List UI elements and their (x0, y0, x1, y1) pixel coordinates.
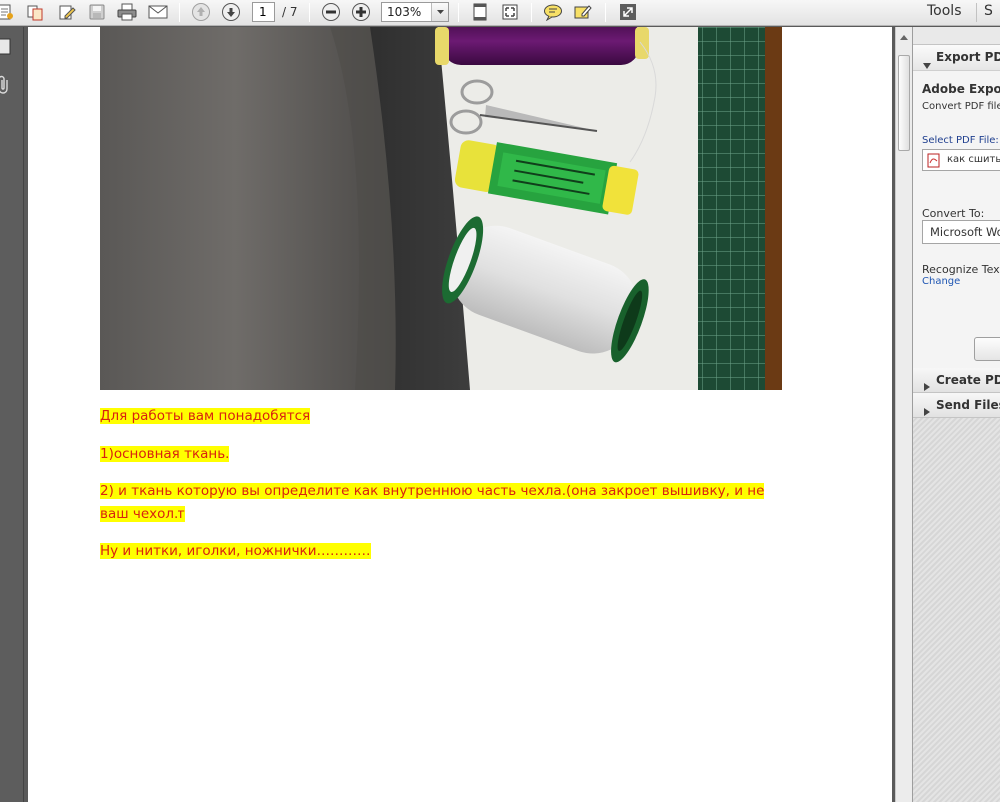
convert-to-value: Microsoft Wor (930, 225, 1000, 239)
convert-description: Convert PDF files (922, 101, 1000, 112)
main-toolbar: 1 / 7 103% Tools S (0, 0, 1000, 26)
doc-line-2: 1)основная ткань. (100, 446, 230, 462)
pdf-page: Для работы вам понадобятся 1)основная тк… (28, 27, 892, 802)
email-icon[interactable] (147, 1, 169, 23)
fit-page-icon[interactable] (469, 1, 491, 23)
create-pdf-section[interactable]: Create PDF (913, 368, 1000, 393)
export-pdf-title: Export PDF (936, 50, 1000, 64)
export-pdf-header[interactable]: Export PDF (913, 45, 1000, 71)
print-icon[interactable] (116, 1, 138, 23)
collapse-triangle-icon (923, 54, 931, 73)
pages-panel-icon[interactable] (0, 38, 13, 60)
doc-line-5: Ну и нитки, иголки, ножнички………… (100, 543, 371, 559)
create-pdf-label: Create PDF (936, 373, 1000, 387)
vertical-scrollbar[interactable] (895, 27, 912, 802)
change-link[interactable]: Change (922, 276, 960, 287)
chevron-down-icon[interactable] (431, 3, 448, 21)
page-number-input[interactable]: 1 (252, 2, 275, 22)
doc-line-4: ваш чехол. (100, 506, 179, 522)
adobe-export-heading: Adobe Export (922, 82, 1000, 96)
comment-icon[interactable] (542, 1, 564, 23)
create-pdf-icon[interactable] (0, 1, 16, 23)
convert-button[interactable] (974, 337, 1000, 361)
send-files-label: Send Files (936, 398, 1000, 412)
edit-icon[interactable] (56, 1, 78, 23)
pdf-file-icon (927, 153, 941, 170)
send-files-section[interactable]: Send Files (913, 393, 1000, 418)
highlight-icon[interactable] (572, 1, 594, 23)
zoom-value: 103% (387, 5, 422, 19)
zoom-select[interactable]: 103% (381, 2, 449, 22)
selected-file-name: как сшить ч (947, 154, 1000, 165)
combine-files-icon[interactable] (24, 1, 46, 23)
select-pdf-label: Select PDF File: (922, 135, 999, 146)
zoom-in-icon[interactable] (350, 1, 372, 23)
zoom-out-icon[interactable] (320, 1, 342, 23)
page-total: / 7 (282, 5, 298, 19)
tools-button[interactable]: Tools (927, 3, 962, 19)
scroll-up-icon[interactable] (898, 31, 910, 43)
navigation-pane (0, 27, 24, 802)
document-area[interactable]: Для работы вам понадобятся 1)основная тк… (24, 27, 895, 802)
convert-to-label: Convert To: (922, 207, 985, 220)
scrollbar-thumb[interactable] (898, 55, 910, 151)
page-up-icon[interactable] (190, 1, 212, 23)
page-down-icon[interactable] (220, 1, 242, 23)
sign-button[interactable]: S (984, 3, 993, 19)
export-pdf-panel: Export PDF Adobe Export Convert PDF file… (913, 45, 1000, 387)
full-screen-icon[interactable] (499, 1, 521, 23)
selected-pdf-file[interactable]: как сшить ч (922, 149, 1000, 171)
sewing-materials-photo (100, 27, 782, 390)
save-icon[interactable] (86, 1, 108, 23)
expand-triangle-icon (924, 401, 930, 420)
expand-icon[interactable] (617, 1, 639, 23)
convert-to-select[interactable]: Microsoft Wor (922, 220, 1000, 244)
task-pane-header (913, 27, 1000, 45)
tools-task-pane: Export PDF Adobe Export Convert PDF file… (912, 27, 1000, 802)
recognize-text-label: Recognize Text (922, 263, 1000, 276)
attachments-icon[interactable] (0, 75, 12, 99)
doc-line-1: Для работы вам понадобятся (100, 408, 311, 424)
